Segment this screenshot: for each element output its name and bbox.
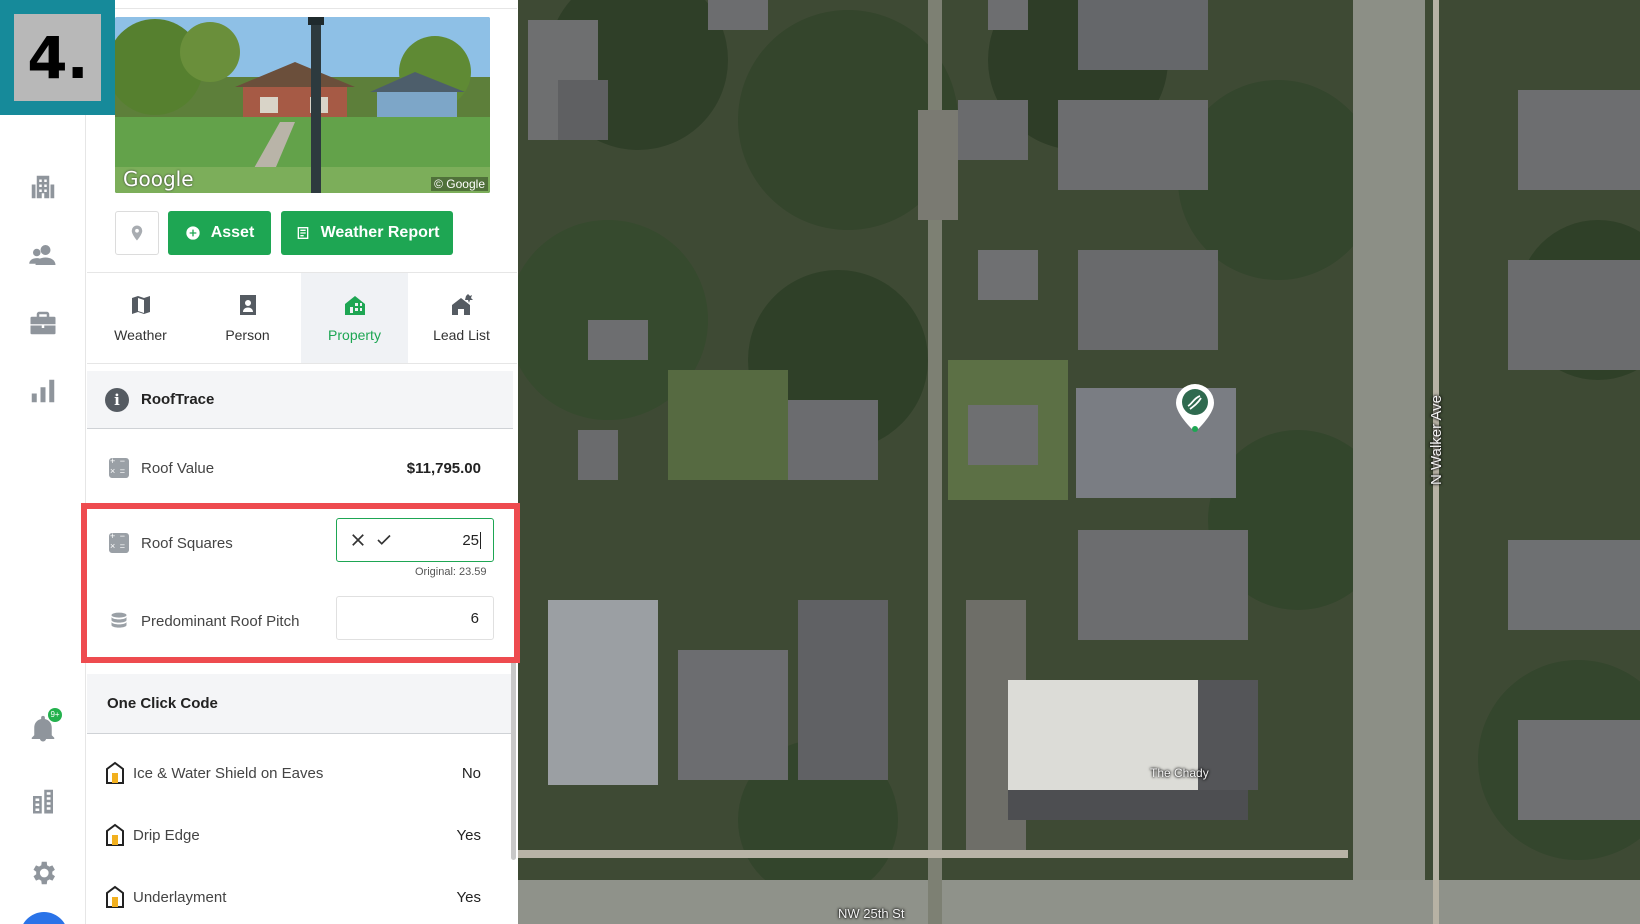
street-label-horizontal: NW 25th St: [838, 906, 905, 921]
bar-chart-icon[interactable]: [26, 374, 60, 408]
street-label-vertical: N Walker Ave: [1428, 394, 1445, 485]
roof-value: $11,795.00: [406, 459, 481, 477]
item-value: Yes: [456, 826, 481, 844]
list-item[interactable]: Underlayment Yes: [87, 877, 513, 917]
code-house-icon: [105, 885, 125, 909]
plus-circle-icon: [186, 226, 200, 240]
tab-person[interactable]: Person: [194, 273, 301, 363]
briefcase-icon[interactable]: [26, 306, 60, 340]
tab-label: Weather: [114, 327, 167, 343]
one-click-code-section-header[interactable]: One Click Code: [87, 674, 513, 734]
panel-tabs: Weather Person Property Lead List: [87, 273, 517, 363]
map-icon: [131, 296, 150, 314]
document-icon: [297, 227, 308, 239]
location-pin-button[interactable]: [115, 211, 159, 255]
step-badge: 4.: [0, 0, 115, 115]
section-title: One Click Code: [107, 695, 218, 712]
step-number: 4.: [14, 14, 101, 101]
code-house-icon: [105, 761, 125, 785]
item-value: Yes: [456, 888, 481, 906]
weather-report-label: Weather Report: [320, 224, 440, 241]
divider: [87, 8, 517, 9]
notifications-bell-icon[interactable]: 9+: [26, 708, 62, 746]
roof-value-row: Roof Value $11,795.00: [87, 450, 513, 486]
settings-gear-icon[interactable]: [26, 856, 60, 890]
contacts-icon[interactable]: [26, 238, 60, 272]
person-badge-icon: [239, 295, 256, 315]
code-house-icon: [105, 823, 125, 847]
property-marker-icon[interactable]: [1174, 382, 1216, 434]
notification-count-badge: 9+: [48, 708, 62, 722]
user-avatar[interactable]: [20, 912, 68, 924]
copyright-text: © Google: [431, 177, 488, 191]
street-view-photo[interactable]: Google © Google: [115, 17, 490, 193]
tab-label: Property: [328, 327, 381, 343]
info-icon: i: [105, 387, 129, 412]
divider: [87, 363, 517, 364]
google-watermark: Google: [123, 167, 194, 191]
lead-list-icon: [451, 294, 473, 315]
tab-lead-list[interactable]: Lead List: [408, 273, 515, 363]
section-title: RoofTrace: [141, 391, 215, 408]
highlight-annotation-box: [81, 503, 520, 663]
calculator-icon: [109, 456, 129, 478]
location-pin-icon: [131, 225, 143, 241]
item-value: No: [461, 764, 481, 782]
list-item[interactable]: Drip Edge Yes: [87, 815, 513, 855]
poi-label: The Chady: [1150, 766, 1209, 780]
tab-label: Person: [225, 327, 270, 343]
left-nav-rail: 4. 9+: [0, 0, 115, 924]
list-item[interactable]: Ice & Water Shield on Eaves No: [87, 753, 513, 793]
item-label: Drip Edge: [133, 826, 200, 844]
asset-label: Asset: [210, 224, 255, 241]
add-asset-button[interactable]: Asset: [168, 211, 271, 255]
rooftrace-section-header[interactable]: i RoofTrace: [87, 371, 513, 429]
building-icon[interactable]: [26, 170, 60, 204]
panel-scrollbar[interactable]: [511, 660, 516, 860]
tab-property[interactable]: Property: [301, 273, 408, 363]
tab-weather[interactable]: Weather: [87, 273, 194, 363]
weather-report-button[interactable]: Weather Report: [281, 211, 453, 255]
item-label: Ice & Water Shield on Eaves: [133, 764, 324, 782]
property-icon: [344, 296, 365, 315]
roof-value-label: Roof Value: [141, 459, 215, 477]
item-label: Underlayment: [133, 888, 227, 906]
satellite-map[interactable]: N Walker Ave NW 25th St The Chady: [518, 0, 1640, 924]
tab-label: Lead List: [433, 327, 490, 343]
property-panel: Google © Google Asset Weather Report Wea…: [87, 0, 517, 924]
city-buildings-icon[interactable]: [26, 784, 60, 818]
